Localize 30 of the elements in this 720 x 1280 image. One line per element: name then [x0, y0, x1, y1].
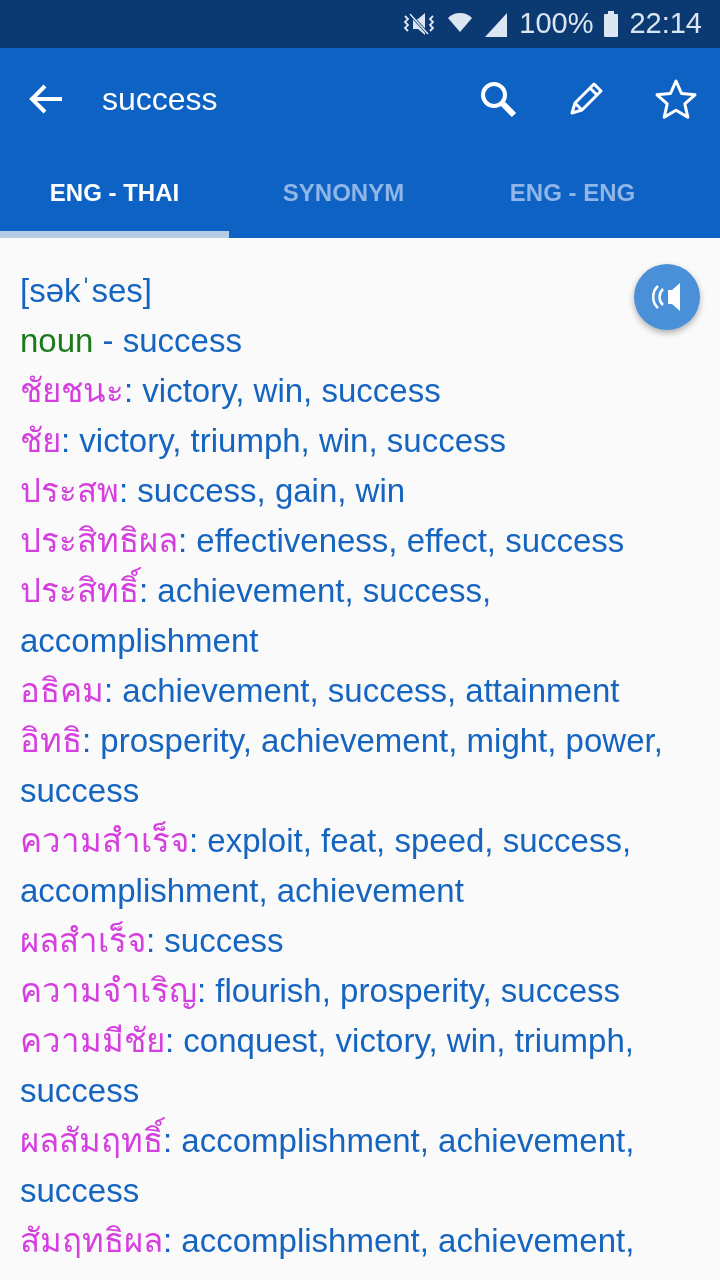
back-button[interactable]: [28, 83, 64, 115]
translation-line: ผลสำเร็จ: success: [20, 920, 285, 961]
search-icon: [478, 79, 518, 119]
battery-text: 100%: [519, 6, 594, 42]
translation-line: ผลสัมฤทธิ์: accomplishment, achievement, success: [20, 1116, 700, 1216]
signal-icon: [483, 11, 510, 37]
tab[interactable]: ENG - ENG: [458, 150, 687, 238]
speaker-button[interactable]: [634, 264, 700, 330]
translation-line: ประสิทธิผล: effectiveness, effect, success: [20, 521, 626, 561]
favorite-button[interactable]: [654, 78, 698, 120]
clock: 22:14: [629, 6, 702, 42]
translation-line: ชัยชนะ: victory, win, success: [20, 371, 442, 411]
pronunciation: [səkˈses]: [20, 271, 153, 311]
translation-line: อิทธิ: prosperity, achievement, might, power, success: [20, 721, 664, 811]
translation-line: ประสพ: success, gain, win: [20, 471, 407, 511]
tab[interactable]: SYNONYM: [229, 150, 458, 238]
translation-line: อธิคม: achievement, success, attainment: [20, 671, 621, 711]
translation-line: ประสิทธิ์: achievement, success, accomplishment: [20, 566, 700, 666]
translation-line: สัมฤทธิผล: accomplishment, achievement,: [20, 1221, 636, 1261]
translation-line: ชัย: victory, triumph, win, success: [20, 421, 507, 461]
search-word: success: [102, 80, 219, 119]
translation-line: ความจำเริญ: flourish, prosperity, success: [20, 971, 622, 1011]
back-arrow-icon: [28, 83, 64, 115]
translation-line: ความมีชัย: conquest, victory, win, triumph, success: [20, 1021, 635, 1111]
headword-line: noun - success: [20, 321, 243, 361]
tab[interactable]: ENG - THAI: [0, 150, 229, 238]
translation-line: ความสำเร็จ: exploit, feat, speed, success, accomplishment, achievement: [20, 820, 633, 911]
battery-icon: [603, 11, 620, 37]
star-icon: [654, 78, 698, 120]
search-button[interactable]: [478, 79, 518, 119]
